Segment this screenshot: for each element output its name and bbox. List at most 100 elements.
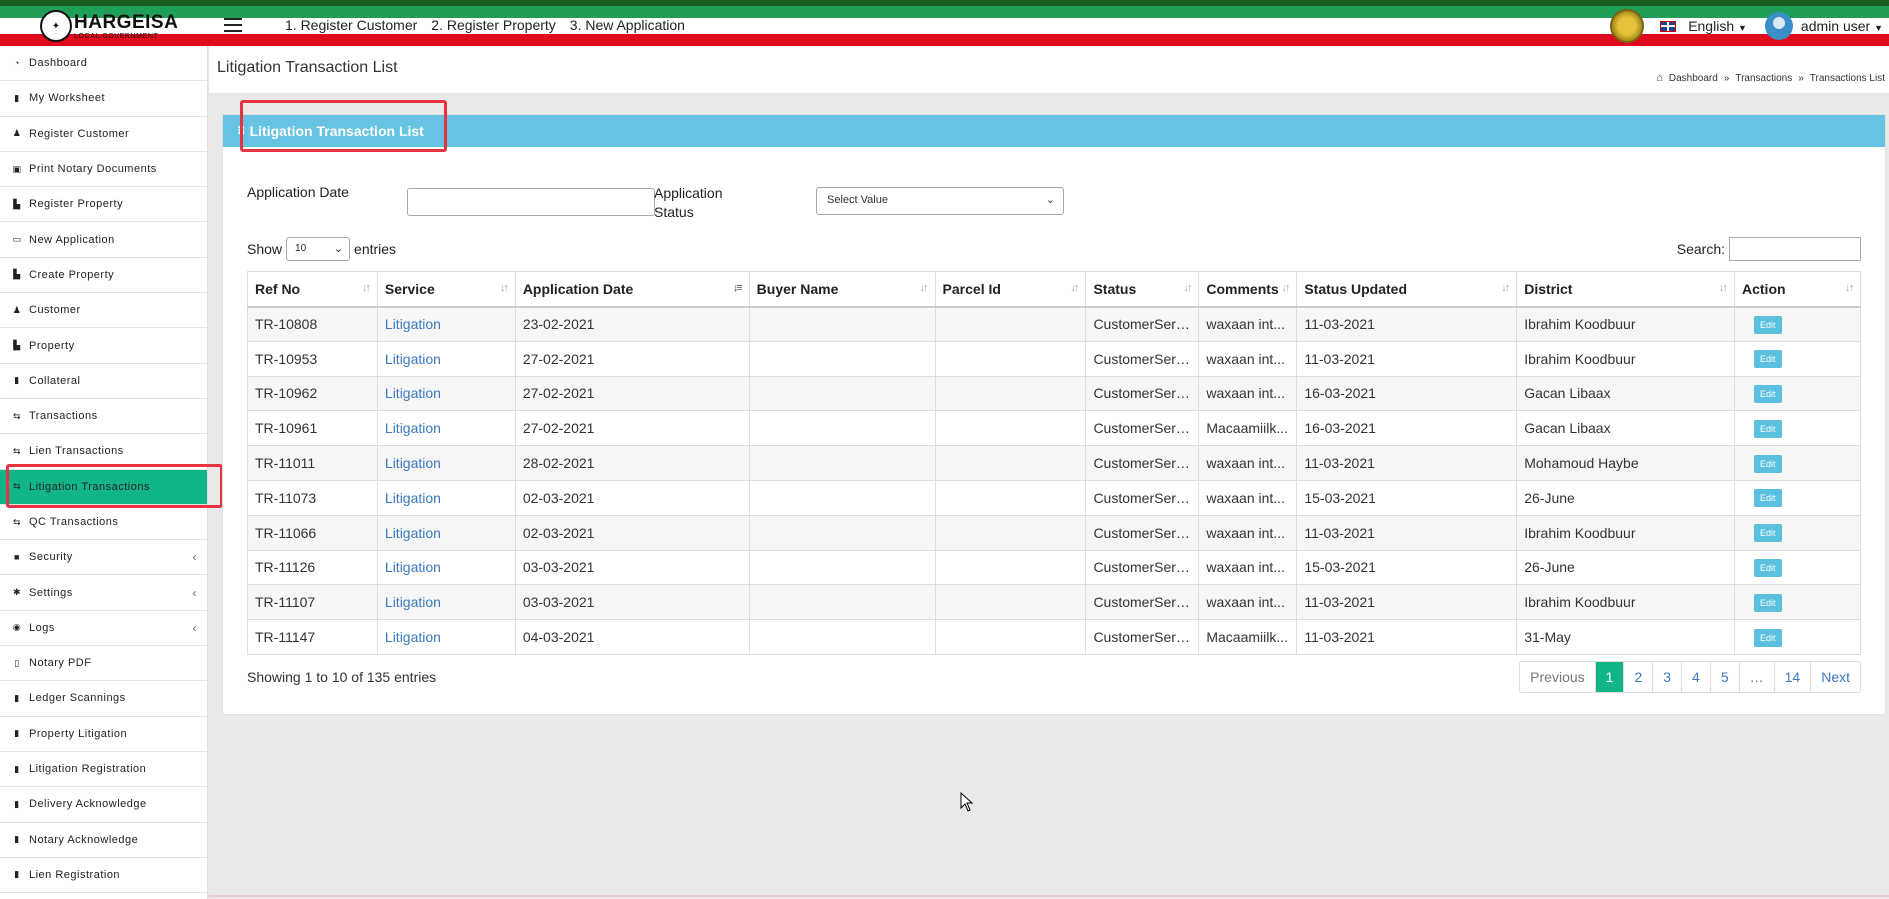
sidebar-item-lien-registration[interactable]: ▮ Lien Registration (0, 858, 207, 894)
pagination-next[interactable]: Next (1811, 662, 1860, 692)
sidebar-item-notary-pdf[interactable]: ▯ Notary PDF (0, 646, 207, 682)
sidebar-item-settings[interactable]: ✱ Settings ‹ (0, 575, 207, 611)
sidebar-item-label: Collateral (29, 374, 81, 387)
show-label: Show (247, 241, 283, 257)
edit-button[interactable]: Edit (1754, 558, 1782, 577)
sidebar-item-my-worksheet[interactable]: ▮ My Worksheet (0, 81, 207, 117)
cell-service[interactable]: Litigation (376, 584, 516, 621)
sidebar-item-logs[interactable]: ◉ Logs ‹ (0, 611, 207, 647)
search-input[interactable] (1729, 237, 1861, 261)
entries-length-control: Show 10 ⌄ entries (247, 237, 396, 261)
column-header-comments[interactable]: Comments ↓↑ (1198, 271, 1298, 308)
sidebar-item-property[interactable]: ▙ Property (0, 328, 207, 364)
column-header-service[interactable]: Service ↓↑ (376, 271, 516, 308)
sidebar-item-security[interactable]: ■ Security ‹ (0, 540, 207, 576)
cell-district: 26-June (1516, 549, 1735, 586)
eye-icon: ◉ (12, 622, 22, 633)
sidebar-item-qc-transactions[interactable]: ⇆ QC Transactions (0, 505, 207, 541)
pagination-page[interactable]: 2 (1624, 662, 1654, 692)
cell-service[interactable]: Litigation (376, 410, 516, 447)
pagination-page[interactable]: 3 (1653, 662, 1683, 692)
cell-service[interactable]: Litigation (376, 340, 516, 377)
column-header-action[interactable]: Action ↓↑ (1734, 271, 1861, 308)
breadcrumb-dashboard[interactable]: Dashboard (1669, 73, 1718, 84)
sidebar-item-property-litigation[interactable]: ▮ Property Litigation (0, 717, 207, 752)
sidebar-item-lien-transactions[interactable]: ⇆ Lien Transactions (0, 434, 207, 470)
edit-button[interactable]: Edit (1754, 489, 1782, 508)
sidebar-item-delivery-acknowledge[interactable]: ▮ Delivery Acknowledge (0, 787, 207, 823)
quick-link-register-customer[interactable]: 1. Register Customer (285, 17, 417, 33)
sidebar-item-ledger-scannings[interactable]: ▮ Ledger Scannings (0, 681, 207, 717)
home-icon[interactable]: ⌂ (1656, 72, 1663, 84)
cell-buyer-name (748, 514, 936, 551)
sort-icon: ↓↑ (361, 282, 371, 294)
quick-link-new-application[interactable]: 3. New Application (570, 17, 685, 33)
quick-link-register-property[interactable]: 2. Register Property (431, 17, 556, 33)
edit-button[interactable]: Edit (1754, 593, 1782, 612)
app-logo[interactable]: ✦ HARGEISA LOCAL GOVERNMENT (40, 10, 178, 42)
edit-button[interactable]: Edit (1754, 315, 1782, 334)
cell-district: Ibrahim Koodbuur (1516, 306, 1735, 342)
table-row: TR-10962 Litigation 27-02-2021 CustomerServ… (247, 375, 1861, 412)
sidebar-item-dashboard[interactable]: ◔ Dashboard (0, 46, 207, 82)
pagination-page[interactable]: 5 (1710, 662, 1740, 692)
column-header-district[interactable]: District ↓↑ (1516, 271, 1735, 308)
sidebar-item-customer[interactable]: ♟ Customer (0, 293, 207, 329)
cell-status-updated: 11-03-2021 (1296, 584, 1518, 621)
edit-button[interactable]: Edit (1754, 524, 1782, 543)
application-status-select[interactable]: Select Value ⌄ (816, 187, 1064, 215)
cell-service[interactable]: Litigation (376, 306, 516, 342)
column-header-ref-no[interactable]: Ref No ↓↑ (247, 271, 378, 308)
column-header-buyer-name[interactable]: Buyer Name ↓↑ (748, 271, 936, 308)
logo-title: HARGEISA (74, 11, 179, 33)
sidebar-item-label: Register Customer (29, 127, 130, 140)
page-title: Litigation Transaction List (217, 59, 398, 76)
pagination-page[interactable]: 14 (1774, 662, 1812, 692)
sidebar-item-collateral[interactable]: ▮ Collateral (0, 364, 207, 399)
sidebar-item-register-customer[interactable]: ♟ Register Customer (0, 117, 207, 152)
column-header-parcel-id[interactable]: Parcel Id ↓↑ (934, 271, 1087, 308)
sidebar-item-new-application[interactable]: ▭ New Application (0, 222, 207, 258)
menu-toggle-icon[interactable] (224, 18, 242, 32)
breadcrumb-transactions[interactable]: Transactions (1735, 73, 1792, 84)
cell-buyer-name (748, 410, 936, 447)
pagination-page[interactable]: 4 (1682, 662, 1711, 692)
sidebar-item-notary-acknowledge[interactable]: ▮ Notary Acknowledge (0, 823, 207, 858)
user-avatar[interactable] (1764, 12, 1793, 40)
sidebar-item-label: Create Property (29, 268, 115, 281)
pagination-page[interactable]: 1 (1595, 662, 1625, 692)
sidebar-item-create-property[interactable]: ▙ Create Property (0, 258, 207, 294)
book-icon: ▮ (14, 834, 20, 845)
cell-application-date: 02-03-2021 (514, 479, 750, 516)
column-header-status-updated[interactable]: Status Updated ↓↑ (1296, 271, 1518, 308)
cell-ref-no: TR-10962 (247, 375, 378, 412)
edit-button[interactable]: Edit (1754, 419, 1782, 438)
column-header-status[interactable]: Status ↓↑ (1085, 271, 1200, 308)
sidebar-item-transactions[interactable]: ⇆ Transactions (0, 399, 207, 435)
user-icon: ♟ (12, 304, 22, 315)
language-dropdown[interactable]: English ▼ (1688, 18, 1749, 34)
sidebar-item-litigation-registration[interactable]: ▮ Litigation Registration (0, 752, 207, 788)
edit-button[interactable]: Edit (1754, 350, 1782, 369)
cell-service[interactable]: Litigation (376, 445, 516, 481)
chevron-left-icon: ‹ (192, 550, 197, 565)
sidebar-item-register-property[interactable]: ▙ Register Property (0, 187, 207, 223)
application-date-input[interactable] (407, 188, 655, 216)
cell-service[interactable]: Litigation (376, 479, 516, 516)
cell-district: 31-May (1516, 619, 1735, 655)
sidebar-item-print-notary-documents[interactable]: ▣ Print Notary Documents (0, 152, 207, 188)
cell-service[interactable]: Litigation (376, 375, 516, 412)
cell-service[interactable]: Litigation (376, 514, 516, 551)
cell-service[interactable]: Litigation (376, 619, 516, 655)
edit-button[interactable]: Edit (1754, 628, 1782, 647)
cell-parcel-id (934, 584, 1087, 621)
book-icon: ▮ (14, 763, 20, 774)
edit-button[interactable]: Edit (1754, 454, 1782, 473)
cell-comments: waxaan int... (1198, 584, 1298, 621)
column-header-application-date[interactable]: Application Date ↓≡ (514, 271, 750, 308)
edit-button[interactable]: Edit (1754, 384, 1782, 403)
user-menu[interactable]: admin user ▼ (1801, 18, 1885, 34)
sidebar-item-litigation-transactions[interactable]: ⇆ Litigation Transactions (0, 469, 207, 505)
cell-service[interactable]: Litigation (376, 549, 516, 586)
entries-select[interactable]: 10 ⌄ (286, 237, 351, 261)
